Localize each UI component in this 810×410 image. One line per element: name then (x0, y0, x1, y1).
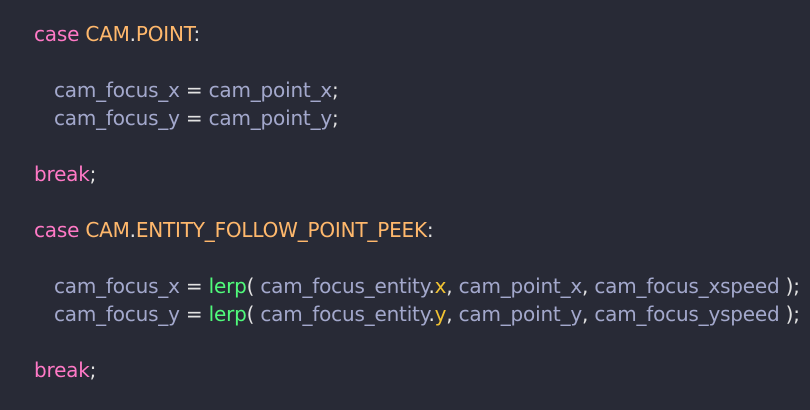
code-token-var: cam_point_x (458, 274, 583, 298)
code-token-punc: = (179, 106, 209, 130)
code-token-kw: break (34, 358, 90, 382)
code-token-punc: ; (89, 358, 97, 382)
code-token-punc: ); (779, 302, 800, 326)
code-line-case-point: case CAM.POINT: (34, 20, 200, 48)
code-line-focus-x-assign: cam_focus_x = cam_point_x; (54, 76, 339, 104)
code-token-kw: break (34, 162, 90, 186)
code-token-var: cam_focus_entity (260, 302, 429, 326)
code-line-focus-x-lerp: cam_focus_x = lerp( cam_focus_entity.x, … (54, 272, 800, 300)
code-token-punc: ; (332, 106, 339, 130)
code-line-focus-y-lerp: cam_focus_y = lerp( cam_focus_entity.y, … (54, 300, 800, 328)
code-token-punc: = (179, 302, 209, 326)
code-token-var: cam_point_y (208, 106, 333, 130)
code-token-prop: x (434, 274, 447, 298)
code-line-break: break; (34, 356, 96, 384)
code-line-focus-y-assign: cam_focus_y = cam_point_y; (54, 104, 339, 132)
code-token-punc: ; (89, 162, 97, 186)
code-token-fn: lerp (208, 274, 247, 298)
code-token-punc: = (179, 274, 209, 298)
code-line-break: break; (34, 160, 96, 188)
code-token-var: cam_focus_x (54, 78, 180, 102)
code-token-fn: lerp (208, 302, 247, 326)
code-token-punc: , (446, 302, 459, 326)
code-token-punc: ); (779, 274, 800, 298)
code-token-var: cam_point_y (458, 302, 583, 326)
code-line-case-entity-follow: case CAM.ENTITY_FOLLOW_POINT_PEEK: (34, 216, 434, 244)
code-token-const: POINT (135, 22, 194, 46)
code-token-punc: , (446, 274, 459, 298)
code-token-punc: ( (246, 302, 261, 326)
code-token-var: cam_point_x (208, 78, 333, 102)
code-editor[interactable]: case CAM.POINT: cam_focus_x = cam_point_… (0, 0, 810, 410)
code-token-punc: = (179, 78, 209, 102)
code-token-var: cam_focus_y (54, 302, 180, 326)
code-token-punc: , (582, 302, 595, 326)
code-token-var: cam_focus_yspeed (594, 302, 780, 326)
code-token-kw: case (34, 22, 80, 46)
code-token-var: cam_focus_y (54, 106, 180, 130)
code-token-var: cam_focus_x (54, 274, 180, 298)
code-token-const: CAM (85, 218, 130, 242)
code-token-punc: , (582, 274, 595, 298)
code-token-punc: : (193, 22, 201, 46)
code-token-kw: case (34, 218, 80, 242)
code-token-const: ENTITY_FOLLOW_POINT_PEEK (135, 218, 427, 242)
code-token-punc: : (426, 218, 434, 242)
code-token-prop: y (434, 302, 447, 326)
code-token-var: cam_focus_entity (260, 274, 429, 298)
code-token-punc: ( (246, 274, 261, 298)
code-token-var: cam_focus_xspeed (594, 274, 780, 298)
code-token-const: CAM (85, 22, 130, 46)
code-token-punc: ; (332, 78, 339, 102)
